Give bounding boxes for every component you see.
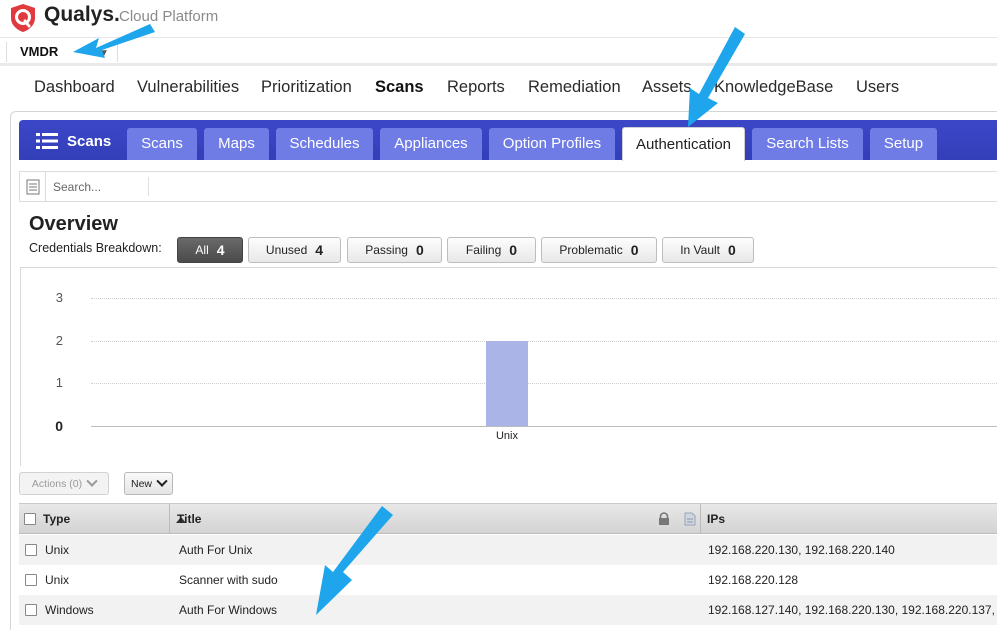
module-bar: VMDR ▼: [0, 38, 997, 66]
x-tick-label: Unix: [495, 430, 518, 442]
tab-appliances[interactable]: Appliances: [380, 128, 482, 160]
chevron-down-icon: ▼: [99, 48, 109, 59]
filter-count: 0: [415, 242, 424, 258]
cell-type: Unix: [45, 543, 70, 557]
column-divider: [700, 504, 701, 533]
table-header: Type Title IPs: [19, 503, 997, 534]
filter-count: 0: [509, 242, 518, 258]
filter-all[interactable]: All 4: [177, 237, 243, 263]
column-type[interactable]: Type: [43, 512, 70, 526]
nav-item-vulnerabilities[interactable]: Vulnerabilities: [137, 78, 239, 97]
tab-search-lists[interactable]: Search Lists: [752, 128, 863, 160]
search-row: [19, 171, 997, 202]
actions-label: Actions (0): [31, 477, 83, 490]
app-root: Qualys. Cloud Platform VMDR ▼ Dashboard …: [0, 0, 997, 630]
tab-authentication[interactable]: Authentication: [622, 127, 745, 161]
cell-type: Windows: [45, 603, 94, 617]
filter-label: All: [195, 243, 209, 257]
y-tick-label: 1: [55, 375, 63, 391]
nav-item-knowledgebase[interactable]: KnowledgeBase: [714, 78, 833, 97]
column-ips[interactable]: IPs: [707, 512, 725, 526]
row-checkbox[interactable]: [25, 574, 37, 586]
cell-title: Scanner with sudo: [179, 573, 278, 587]
cell-title: Auth For Windows: [179, 603, 278, 617]
nav-item-assets[interactable]: Assets: [642, 78, 692, 97]
nav-item-reports[interactable]: Reports: [447, 78, 505, 97]
top-bar: Qualys. Cloud Platform: [0, 0, 997, 38]
grid-line: [91, 298, 997, 299]
cell-type: Unix: [45, 573, 70, 587]
nav-item-remediation[interactable]: Remediation: [528, 78, 621, 97]
document-list-icon: [26, 179, 40, 195]
filter-label: Unused: [265, 243, 308, 257]
module-label: VMDR: [20, 44, 59, 59]
filter-label: Failing: [465, 243, 502, 257]
row-checkbox[interactable]: [25, 544, 37, 556]
filter-in-vault[interactable]: In Vault 0: [662, 237, 754, 263]
chevron-down-icon: [86, 475, 98, 487]
y-tick-label: 2: [55, 332, 63, 348]
row-checkbox[interactable]: [25, 604, 37, 616]
brand-name: Qualys.: [44, 3, 120, 26]
nav-item-users[interactable]: Users: [856, 78, 899, 97]
tab-maps[interactable]: Maps: [204, 128, 269, 160]
tab-scans[interactable]: Scans: [127, 128, 197, 160]
tab-schedules[interactable]: Schedules: [276, 128, 373, 160]
y-tick-label: 3: [55, 290, 63, 305]
filter-count: 0: [630, 242, 639, 258]
credentials-breakdown-label: Credentials Breakdown:: [29, 241, 162, 255]
nav-item-scans[interactable]: Scans: [375, 78, 424, 97]
x-axis-line: [91, 426, 997, 427]
filter-unused[interactable]: Unused 4: [248, 237, 341, 263]
new-dropdown[interactable]: New: [124, 472, 173, 495]
view-toggle[interactable]: [20, 172, 46, 201]
credentials-chart: 0 1 2 3 Unix: [20, 267, 997, 466]
filter-label: In Vault: [680, 243, 720, 257]
filter-count: 4: [315, 242, 324, 258]
overview-title: Overview: [29, 213, 118, 235]
table-row[interactable]: Windows Auth For Windows 192.168.127.140…: [19, 595, 997, 625]
cell-ips: 192.168.220.128: [708, 573, 799, 587]
column-title[interactable]: Title: [177, 512, 201, 526]
select-all-checkbox[interactable]: [24, 513, 36, 525]
grid-line: [91, 340, 997, 342]
nav-item-prioritization[interactable]: Prioritization: [261, 78, 352, 97]
main-nav: Dashboard Vulnerabilities Prioritization…: [0, 68, 997, 108]
actions-dropdown[interactable]: Actions (0): [19, 472, 109, 495]
grid-line: [91, 383, 997, 385]
tab-setup[interactable]: Setup: [870, 128, 937, 160]
lock-icon: [659, 512, 669, 525]
table-row[interactable]: Unix Scanner with sudo 192.168.220.128: [19, 565, 997, 595]
table-row[interactable]: Unix Auth For Unix 192.168.220.130, 192.…: [19, 535, 997, 565]
panel-title-label: Scans: [67, 132, 112, 150]
nav-item-dashboard[interactable]: Dashboard: [34, 78, 115, 97]
chevron-down-icon: [156, 475, 168, 487]
filter-passing[interactable]: Passing 0: [347, 237, 442, 263]
new-label: New: [130, 477, 152, 490]
search-input[interactable]: [53, 177, 149, 196]
chart-bar[interactable]: [486, 340, 528, 426]
list-icon: [36, 133, 58, 149]
column-divider: [169, 504, 170, 533]
platform-name: Cloud Platform: [119, 8, 219, 25]
document-icon: [684, 512, 696, 526]
filter-problematic[interactable]: Problematic 0: [541, 237, 657, 263]
cell-ips: 192.168.220.130, 192.168.220.140: [708, 543, 895, 557]
filter-label: Problematic: [559, 243, 623, 257]
panel-title: Scans: [36, 129, 111, 153]
tab-option-profiles[interactable]: Option Profiles: [489, 128, 615, 160]
filter-failing[interactable]: Failing 0: [447, 237, 536, 263]
y-tick-label: 0: [55, 418, 63, 434]
filter-count: 4: [216, 242, 225, 258]
qualys-shield-icon: [11, 4, 35, 32]
filter-label: Passing: [365, 243, 408, 257]
filter-count: 0: [728, 242, 736, 258]
cell-ips: 192.168.127.140, 192.168.220.130, 192.16…: [708, 603, 995, 617]
cell-title: Auth For Unix: [179, 543, 253, 557]
module-selector[interactable]: VMDR ▼: [6, 42, 118, 62]
